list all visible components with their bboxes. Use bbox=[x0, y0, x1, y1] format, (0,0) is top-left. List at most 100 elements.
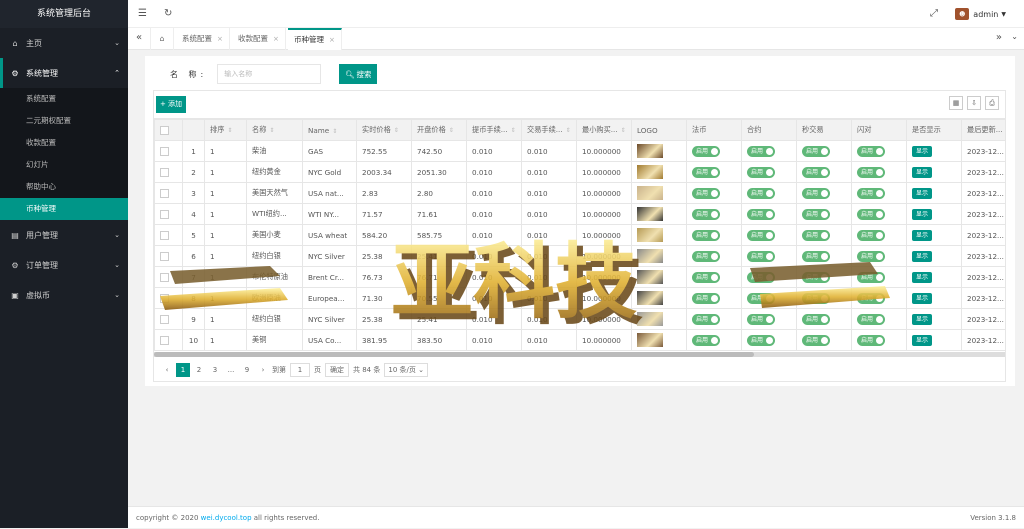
row-checkbox[interactable] bbox=[155, 246, 183, 267]
toggle-switch[interactable]: 启用 bbox=[747, 251, 775, 262]
toggle-switch[interactable]: 启用 bbox=[802, 188, 830, 199]
toggle-switch[interactable]: 启用 bbox=[692, 209, 720, 220]
column-header[interactable]: 交易手续...⇕ bbox=[522, 120, 577, 141]
second-trade-switch[interactable]: 启用 bbox=[797, 330, 852, 351]
sidebar-item-coins[interactable]: ▣ 虚拟币 ⌄ bbox=[0, 280, 128, 310]
display-toggle[interactable]: 显示 bbox=[912, 188, 932, 199]
display-toggle[interactable]: 显示 bbox=[912, 230, 932, 241]
row-checkbox[interactable] bbox=[155, 267, 183, 288]
display-switch[interactable]: 显示 bbox=[907, 330, 962, 351]
sidebar-subitem-binary-option[interactable]: 二元期权配置 bbox=[0, 110, 128, 132]
second-trade-switch[interactable]: 启用 bbox=[797, 309, 852, 330]
display-toggle[interactable]: 显示 bbox=[912, 272, 932, 283]
row-checkbox[interactable] bbox=[155, 141, 183, 162]
toggle-switch[interactable]: 启用 bbox=[802, 230, 830, 241]
flash-switch[interactable]: 启用 bbox=[852, 288, 907, 309]
toggle-switch[interactable]: 启用 bbox=[857, 209, 885, 220]
toggle-switch[interactable]: 启用 bbox=[857, 146, 885, 157]
row-checkbox[interactable] bbox=[155, 183, 183, 204]
search-button[interactable]: 🔍︎ 搜索 bbox=[339, 64, 377, 84]
flash-switch[interactable]: 启用 bbox=[852, 309, 907, 330]
column-header[interactable]: 排序⇕ bbox=[205, 120, 247, 141]
display-switch[interactable]: 显示 bbox=[907, 246, 962, 267]
toggle-switch[interactable]: 启用 bbox=[692, 188, 720, 199]
contract-switch[interactable]: 启用 bbox=[742, 288, 797, 309]
second-trade-switch[interactable]: 启用 bbox=[797, 225, 852, 246]
tab-system-config[interactable]: 系统配置× bbox=[176, 28, 230, 50]
fiat-switch[interactable]: 启用 bbox=[687, 204, 742, 225]
tab-payment-config[interactable]: 收款配置× bbox=[232, 28, 286, 50]
confirm-button[interactable]: 确定 bbox=[325, 363, 349, 377]
sidebar-subitem-payment-config[interactable]: 收款配置 bbox=[0, 132, 128, 154]
fullscreen-icon[interactable]: ⤢ bbox=[930, 8, 938, 19]
row-checkbox[interactable] bbox=[155, 288, 183, 309]
sidebar-item-orders[interactable]: ⚙ 订单管理 ⌄ bbox=[0, 250, 128, 280]
close-icon[interactable]: × bbox=[329, 36, 335, 44]
row-checkbox[interactable] bbox=[155, 309, 183, 330]
toggle-switch[interactable]: 启用 bbox=[747, 272, 775, 283]
toggle-switch[interactable]: 启用 bbox=[802, 272, 830, 283]
contract-switch[interactable]: 启用 bbox=[742, 330, 797, 351]
toggle-switch[interactable]: 启用 bbox=[857, 335, 885, 346]
sidebar-subitem-help[interactable]: 帮助中心 bbox=[0, 176, 128, 198]
columns-filter-icon[interactable]: ▦ bbox=[949, 96, 963, 110]
toggle-switch[interactable]: 启用 bbox=[692, 251, 720, 262]
menu-toggle-icon[interactable]: ☰ bbox=[138, 8, 147, 19]
display-toggle[interactable]: 显示 bbox=[912, 314, 932, 325]
next-page-icon[interactable]: › bbox=[256, 363, 270, 377]
display-toggle[interactable]: 显示 bbox=[912, 209, 932, 220]
page-button[interactable]: 9 bbox=[240, 363, 254, 377]
toggle-switch[interactable]: 启用 bbox=[802, 146, 830, 157]
second-trade-switch[interactable]: 启用 bbox=[797, 162, 852, 183]
refresh-icon[interactable]: ↻ bbox=[164, 8, 172, 19]
contract-switch[interactable]: 启用 bbox=[742, 246, 797, 267]
column-header[interactable]: Name⇕ bbox=[303, 120, 357, 141]
fiat-switch[interactable]: 启用 bbox=[687, 309, 742, 330]
print-icon[interactable]: ⎙ bbox=[985, 96, 999, 110]
row-checkbox[interactable] bbox=[155, 162, 183, 183]
fiat-switch[interactable]: 启用 bbox=[687, 288, 742, 309]
tabs-menu-icon[interactable]: ⌄ bbox=[1011, 32, 1018, 41]
toggle-switch[interactable]: 启用 bbox=[747, 230, 775, 241]
toggle-switch[interactable]: 启用 bbox=[857, 251, 885, 262]
row-checkbox[interactable] bbox=[155, 204, 183, 225]
display-switch[interactable]: 显示 bbox=[907, 141, 962, 162]
page-button[interactable]: 2 bbox=[192, 363, 206, 377]
toggle-switch[interactable]: 启用 bbox=[692, 314, 720, 325]
sidebar-item-users[interactable]: ▤ 用户管理 ⌄ bbox=[0, 220, 128, 250]
display-switch[interactable]: 显示 bbox=[907, 309, 962, 330]
display-toggle[interactable]: 显示 bbox=[912, 293, 932, 304]
display-toggle[interactable]: 显示 bbox=[912, 335, 932, 346]
toggle-switch[interactable]: 启用 bbox=[692, 146, 720, 157]
column-header[interactable]: 最后更新...⇕ bbox=[962, 120, 1006, 141]
contract-switch[interactable]: 启用 bbox=[742, 183, 797, 204]
contract-switch[interactable]: 启用 bbox=[742, 204, 797, 225]
toggle-switch[interactable]: 启用 bbox=[802, 293, 830, 304]
toggle-switch[interactable]: 启用 bbox=[857, 293, 885, 304]
flash-switch[interactable]: 启用 bbox=[852, 162, 907, 183]
column-header[interactable]: 开盘价格⇕ bbox=[412, 120, 467, 141]
close-icon[interactable]: × bbox=[217, 35, 223, 43]
fiat-switch[interactable]: 启用 bbox=[687, 246, 742, 267]
toggle-switch[interactable]: 启用 bbox=[747, 314, 775, 325]
toggle-switch[interactable]: 启用 bbox=[692, 293, 720, 304]
toggle-switch[interactable]: 启用 bbox=[747, 167, 775, 178]
user-menu[interactable]: ☻ admin ▼ bbox=[955, 8, 1006, 20]
flash-switch[interactable]: 启用 bbox=[852, 141, 907, 162]
toggle-switch[interactable]: 启用 bbox=[802, 314, 830, 325]
flash-switch[interactable]: 启用 bbox=[852, 246, 907, 267]
second-trade-switch[interactable]: 启用 bbox=[797, 288, 852, 309]
toggle-switch[interactable]: 启用 bbox=[692, 272, 720, 283]
export-icon[interactable]: ⇩ bbox=[967, 96, 981, 110]
toggle-switch[interactable]: 启用 bbox=[692, 230, 720, 241]
tabs-next-icon[interactable]: » bbox=[996, 32, 1002, 43]
second-trade-switch[interactable]: 启用 bbox=[797, 246, 852, 267]
sidebar-item-system[interactable]: ⚙ 系统管理 ⌃ bbox=[0, 58, 128, 88]
column-header[interactable]: 最小购买...⇕ bbox=[577, 120, 632, 141]
page-size-select[interactable]: 10 条/页 ⌄ bbox=[384, 363, 428, 377]
footer-link[interactable]: wei.dycool.top bbox=[201, 514, 252, 522]
header-checkbox[interactable] bbox=[155, 120, 183, 141]
display-switch[interactable]: 显示 bbox=[907, 225, 962, 246]
display-switch[interactable]: 显示 bbox=[907, 204, 962, 225]
column-header[interactable]: 提币手续...⇕ bbox=[467, 120, 522, 141]
